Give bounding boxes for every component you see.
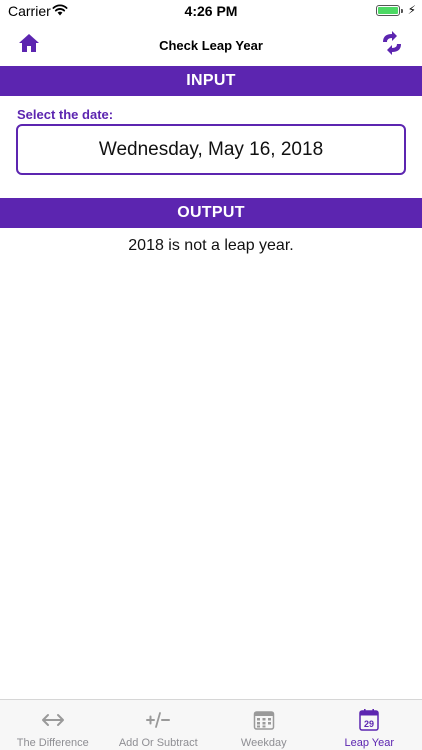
status-time: 4:26 PM [184,3,238,19]
date-field-label: Select the date: [17,107,114,122]
tab-label: Leap Year [344,737,395,749]
tab-add-or-subtract[interactable]: Add Or Subtract [106,700,212,750]
charging-icon: ⚡ [407,3,416,17]
date-picker-field[interactable]: Wednesday, May 16, 2018 [16,124,406,175]
plus-minus-icon [146,708,171,732]
calendar-29-icon: 29 [357,708,381,732]
leap-year-result: 2018 is not a leap year. [128,237,294,254]
swap-icon[interactable] [380,30,404,56]
date-value: Wednesday, May 16, 2018 [98,138,324,160]
tab-bar: The Difference Add Or Subtract Weekday 2… [0,699,422,750]
tab-weekday[interactable]: Weekday [211,700,317,750]
input-section-header: INPUT [0,66,422,96]
tab-label: The Difference [16,737,89,749]
status-bar: Carrier 4:26 PM ⚡ [0,0,422,22]
calendar-grid-icon [252,708,276,732]
output-section-header: OUTPUT [0,198,422,228]
tab-label: Add Or Subtract [118,737,198,749]
navigation-bar: Check Leap Year [0,22,422,66]
arrows-horizontal-icon [41,708,65,732]
tab-label: Weekday [240,737,287,749]
tab-the-difference[interactable]: The Difference [0,700,106,750]
tab-leap-year[interactable]: 29 Leap Year [317,700,422,750]
svg-text:29: 29 [364,719,374,729]
page-title: Check Leap Year [159,38,263,53]
battery-icon [376,5,403,16]
